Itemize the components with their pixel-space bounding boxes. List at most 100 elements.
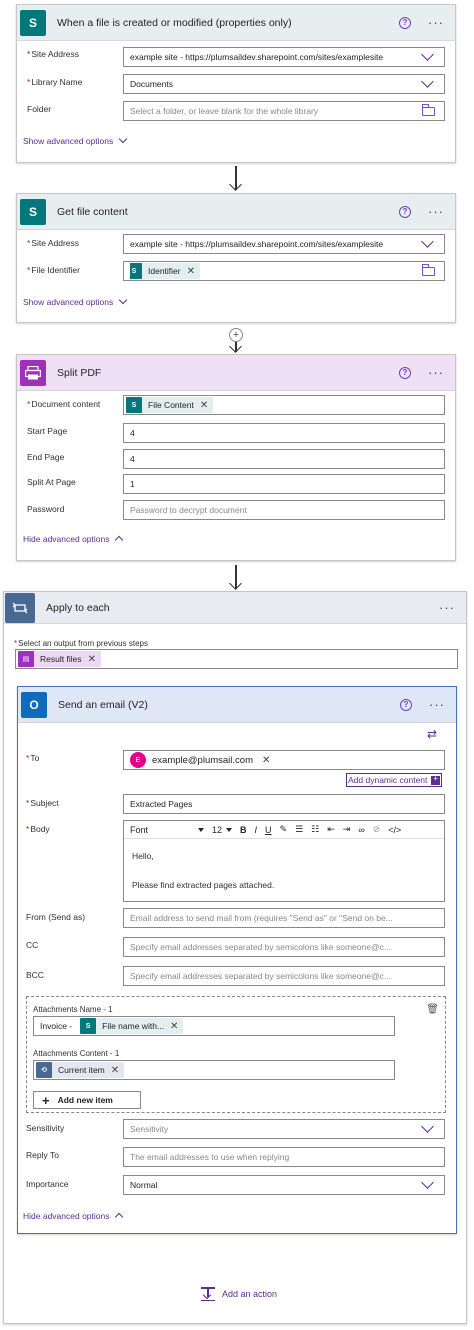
indent-icon[interactable]: ⇥	[343, 824, 351, 835]
site-address-dropdown[interactable]: example site - https://plumsaildev.share…	[123, 47, 445, 67]
reply-to-label: Reply To	[26, 1150, 59, 1160]
end-page-label: End Page	[27, 452, 65, 462]
hide-advanced-options-link[interactable]: Hide advanced options	[23, 1211, 124, 1222]
hide-advanced-options-link[interactable]: Hide advanced options	[23, 534, 124, 545]
help-icon[interactable]: ?	[399, 205, 411, 218]
result-files-token[interactable]: ▤ Result files ✕	[18, 651, 101, 667]
help-icon[interactable]: ?	[399, 366, 411, 379]
insert-step-button[interactable]: +	[229, 328, 243, 342]
chevron-up-icon	[115, 1212, 124, 1222]
sharepoint-icon: S	[130, 263, 142, 279]
remove-token-icon[interactable]: ✕	[111, 1065, 119, 1076]
select-output-input[interactable]: ▤ Result files ✕	[15, 649, 458, 669]
remove-token-icon[interactable]: ✕	[170, 1021, 178, 1032]
remove-token-icon[interactable]: ✕	[187, 266, 195, 277]
reply-to-input[interactable]: The email addresses to use when replying	[123, 1147, 445, 1167]
loop-icon	[5, 592, 35, 623]
importance-label: Importance	[26, 1179, 69, 1189]
unlink-icon[interactable]: ⊘	[373, 824, 381, 835]
chevron-down-icon	[421, 1176, 434, 1189]
remove-recipient-icon[interactable]: ✕	[262, 755, 270, 766]
show-advanced-options-link[interactable]: Show advanced options	[23, 295, 128, 307]
split-at-page-input[interactable]: 1	[123, 474, 445, 494]
subject-label: *Subject	[26, 798, 59, 808]
add-new-item-button[interactable]: + Add new item	[33, 1091, 141, 1109]
cc-input[interactable]: Specify email addresses separated by sem…	[123, 937, 445, 957]
body-line-2: Please find extracted pages attached.	[132, 880, 275, 890]
current-item-token[interactable]: ⟲ Current item ✕	[36, 1062, 125, 1078]
end-page-input[interactable]: 4	[123, 449, 445, 469]
apply-to-each-header[interactable]: Apply to each ···	[4, 592, 466, 624]
remove-token-icon[interactable]: ✕	[200, 400, 208, 411]
flow-arrow	[230, 166, 242, 192]
numbered-list-icon[interactable]: ☷	[311, 824, 319, 835]
folder-input[interactable]: Select a folder, or leave blank for the …	[123, 101, 445, 121]
more-options-icon[interactable]: ···	[425, 205, 447, 218]
start-page-input[interactable]: 4	[123, 423, 445, 443]
font-select[interactable]: Font	[130, 825, 204, 835]
delete-item-icon[interactable]: 🗑	[426, 1004, 439, 1015]
folder-icon[interactable]	[422, 263, 435, 276]
subject-input[interactable]: Extracted Pages	[123, 794, 445, 814]
site-address-label: *Site Address	[27, 238, 80, 248]
bcc-input[interactable]: Specify email addresses separated by sem…	[123, 966, 445, 986]
sharepoint-icon: S	[126, 397, 142, 413]
file-identifier-label: *File Identifier	[27, 265, 80, 275]
bullet-list-icon[interactable]: ☰	[295, 824, 303, 835]
from-input[interactable]: Email address to send mail from (require…	[123, 908, 445, 928]
outdent-icon[interactable]: ⇤	[327, 824, 335, 835]
library-name-label: *Library Name	[27, 77, 83, 87]
body-editor[interactable]: Font 12 B I U ✎ ☰ ☷ ⇤ ⇥ ∞ ⊘ </> Hello, P…	[123, 820, 445, 902]
site-address-label: *Site Address	[27, 49, 80, 59]
switch-mode-icon[interactable]: ⇄	[427, 727, 437, 741]
italic-button[interactable]: I	[255, 825, 258, 835]
show-advanced-options-link[interactable]: Show advanced options	[23, 134, 128, 146]
font-size-select[interactable]: 12	[212, 825, 233, 835]
library-name-dropdown[interactable]: Documents	[123, 74, 445, 94]
file-name-token[interactable]: S File name with... ✕	[80, 1018, 184, 1034]
get-file-content-card: S Get file content ? ··· *Site Address e…	[16, 193, 456, 323]
file-content-token[interactable]: S File Content ✕	[126, 397, 214, 413]
folder-icon[interactable]	[422, 103, 435, 116]
attachments-content-input[interactable]: ⟲ Current item ✕	[33, 1060, 395, 1080]
file-identifier-input[interactable]: S Identifier ✕	[123, 261, 445, 281]
help-icon[interactable]: ?	[400, 698, 412, 711]
add-dynamic-content-button[interactable]: Add dynamic content	[346, 773, 443, 787]
body-label: *Body	[26, 824, 50, 834]
more-options-icon[interactable]: ···	[425, 366, 447, 379]
more-options-icon[interactable]: ···	[436, 601, 458, 614]
help-icon[interactable]: ?	[399, 16, 411, 29]
password-input[interactable]: Password to decrypt document	[123, 500, 445, 520]
trigger-header[interactable]: S When a file is created or modified (pr…	[17, 5, 455, 41]
importance-dropdown[interactable]: Normal	[123, 1175, 445, 1195]
send-email-card: O Send an email (V2) ? ··· ⇄ *To E examp…	[17, 686, 457, 1234]
plus-icon: +	[42, 1092, 50, 1108]
remove-token-icon[interactable]: ✕	[88, 654, 96, 665]
loop-icon: ⟲	[36, 1062, 52, 1078]
bold-button[interactable]: B	[240, 825, 247, 835]
more-options-icon[interactable]: ···	[425, 16, 447, 29]
document-content-input[interactable]: S File Content ✕	[123, 395, 445, 415]
body-line-1: Hello,	[132, 851, 154, 861]
select-output-label: *Select an output from previous steps	[14, 639, 148, 648]
site-address-dropdown[interactable]: example site - https://plumsaildev.share…	[123, 234, 445, 254]
split-pdf-header[interactable]: Split PDF ? ···	[17, 355, 455, 391]
send-email-header[interactable]: O Send an email (V2) ? ···	[18, 687, 456, 723]
identifier-token[interactable]: S Identifier ✕	[130, 263, 200, 279]
code-view-icon[interactable]: </>	[388, 825, 401, 835]
split-at-page-label: Split At Page	[27, 477, 76, 487]
underline-button[interactable]: U	[265, 825, 272, 835]
chevron-down-icon	[421, 1120, 434, 1133]
link-icon[interactable]: ∞	[358, 825, 364, 835]
get-file-content-header[interactable]: S Get file content ? ···	[17, 194, 455, 230]
to-input[interactable]: E example@plumsail.com ✕	[123, 750, 445, 770]
sensitivity-dropdown[interactable]: Sensitivity	[123, 1119, 445, 1139]
apply-to-each-title: Apply to each	[46, 601, 110, 614]
attachments-name-input[interactable]: Invoice - S File name with... ✕	[33, 1016, 395, 1036]
highlight-icon[interactable]: ✎	[280, 824, 288, 835]
apply-to-each-card: Apply to each ··· *Select an output from…	[3, 591, 467, 1324]
chevron-down-icon	[119, 295, 128, 305]
add-an-action-button[interactable]: Add an action	[201, 1287, 277, 1301]
more-options-icon[interactable]: ···	[426, 698, 448, 711]
cc-label: CC	[26, 940, 39, 950]
